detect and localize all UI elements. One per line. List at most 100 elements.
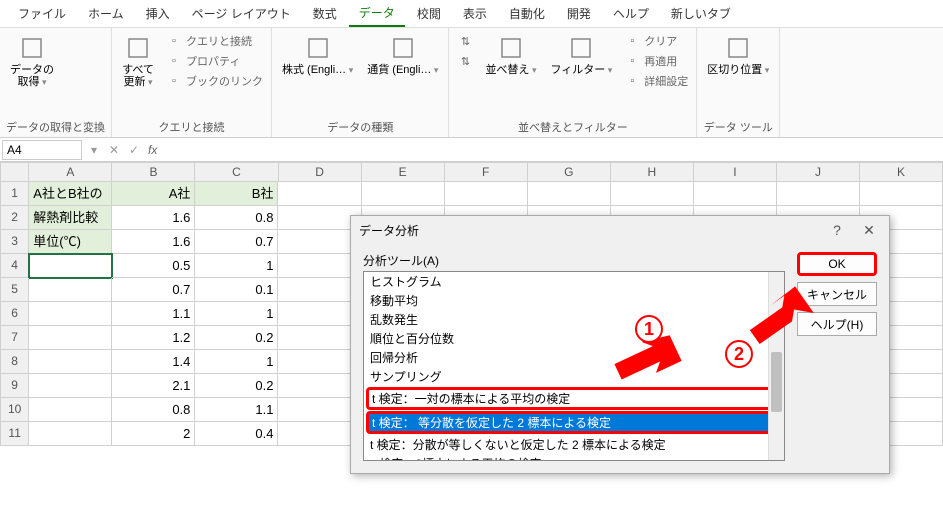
cell[interactable]	[29, 302, 112, 326]
cancel-button[interactable]: キャンセル	[797, 282, 877, 306]
cell[interactable]: 1.6	[112, 206, 195, 230]
cell[interactable]	[29, 398, 112, 422]
column-header[interactable]: G	[528, 162, 611, 182]
menu-tab-1[interactable]: ホーム	[78, 1, 134, 26]
cell[interactable]	[29, 422, 112, 446]
help-icon[interactable]: ?	[825, 222, 849, 239]
analysis-tool-item[interactable]: t 検定： 等分散を仮定した 2 標本による検定	[366, 411, 782, 434]
cell[interactable]: 解熱剤比較	[29, 206, 112, 230]
analysis-tool-item[interactable]: t 検定：分散が等しくないと仮定した 2 標本による検定	[364, 435, 784, 454]
cell[interactable]: 0.1	[195, 278, 278, 302]
cell[interactable]	[445, 182, 528, 206]
row-header[interactable]: 5	[0, 278, 29, 302]
analysis-tool-item[interactable]: 回帰分析	[364, 348, 784, 367]
cell[interactable]	[29, 254, 112, 278]
analysis-tool-item[interactable]: 移動平均	[364, 291, 784, 310]
sort-asc[interactable]: ⇅	[455, 32, 475, 50]
menu-tab-9[interactable]: 開発	[557, 1, 601, 26]
cell[interactable]: 2.1	[112, 374, 195, 398]
reapply[interactable]: ▫再適用	[622, 52, 690, 70]
close-icon[interactable]: ✕	[857, 222, 881, 239]
column-header[interactable]: C	[195, 162, 278, 182]
sort-desc[interactable]: ⇅	[455, 52, 475, 70]
advanced[interactable]: ▫詳細設定	[622, 72, 690, 90]
scrollbar-thumb[interactable]	[771, 352, 782, 412]
cell[interactable]	[860, 182, 943, 206]
cell[interactable]: 1.2	[112, 326, 195, 350]
cell[interactable]: B社	[195, 182, 278, 206]
row-header[interactable]: 1	[0, 182, 29, 206]
column-header[interactable]: H	[611, 162, 694, 182]
column-header[interactable]: I	[694, 162, 777, 182]
row-header[interactable]: 7	[0, 326, 29, 350]
analysis-tool-item[interactable]: z 検定：2標本による平均の検定	[364, 454, 784, 461]
cell[interactable]: 0.7	[195, 230, 278, 254]
cell[interactable]	[777, 182, 860, 206]
row-header[interactable]: 2	[0, 206, 29, 230]
properties[interactable]: ▫プロパティ	[164, 52, 265, 70]
row-header[interactable]: 8	[0, 350, 29, 374]
filter[interactable]: フィルター ▾	[546, 32, 616, 78]
cell[interactable]: 0.5	[112, 254, 195, 278]
cell[interactable]	[29, 374, 112, 398]
menu-tab-5[interactable]: データ	[349, 0, 405, 27]
cell[interactable]: 1.1	[112, 302, 195, 326]
menu-tab-7[interactable]: 表示	[453, 1, 497, 26]
sort[interactable]: 並べ替え ▾	[481, 32, 540, 78]
queries-connections[interactable]: ▫クエリと接続	[164, 32, 265, 50]
analysis-tool-item[interactable]: サンプリング	[364, 367, 784, 386]
row-header[interactable]: 6	[0, 302, 29, 326]
help-button[interactable]: ヘルプ(H)	[797, 312, 877, 336]
cell[interactable]	[362, 182, 445, 206]
analysis-tool-item[interactable]: 乱数発生	[364, 310, 784, 329]
ok-button[interactable]: OK	[797, 252, 877, 276]
cell[interactable]: 0.4	[195, 422, 278, 446]
select-all-corner[interactable]	[0, 162, 29, 182]
cell[interactable]: 0.7	[112, 278, 195, 302]
analysis-tools-listbox[interactable]: ヒストグラム移動平均乱数発生順位と百分位数回帰分析サンプリングt 検定：一対の標…	[363, 271, 785, 461]
fx-icon[interactable]: fx	[144, 143, 161, 157]
currency[interactable]: 通貨 (Engli… ▾	[363, 32, 442, 78]
row-header[interactable]: 10	[0, 398, 29, 422]
cell[interactable]: A社とB社の	[29, 182, 112, 206]
clear[interactable]: ▫クリア	[622, 32, 690, 50]
cell[interactable]: 1	[195, 302, 278, 326]
cell[interactable]: 0.8	[195, 206, 278, 230]
cell[interactable]: 0.8	[112, 398, 195, 422]
column-header[interactable]: F	[445, 162, 528, 182]
column-header[interactable]: E	[362, 162, 445, 182]
column-header[interactable]: D	[279, 162, 362, 182]
text-to-columns[interactable]: 区切り位置 ▾	[703, 32, 773, 78]
cell[interactable]	[278, 182, 361, 206]
menu-tab-4[interactable]: 数式	[303, 1, 347, 26]
column-header[interactable]: A	[29, 162, 112, 182]
row-header[interactable]: 11	[0, 422, 29, 446]
cell[interactable]	[694, 182, 777, 206]
row-header[interactable]: 4	[0, 254, 29, 278]
get-data[interactable]: データの取得 ▾	[6, 32, 58, 90]
menu-tab-0[interactable]: ファイル	[8, 1, 76, 26]
cell[interactable]: 2	[112, 422, 195, 446]
analysis-tool-item[interactable]: ヒストグラム	[364, 272, 784, 291]
cell[interactable]: A社	[112, 182, 195, 206]
edit-links[interactable]: ▫ブックのリンク	[164, 72, 265, 90]
cell[interactable]	[29, 278, 112, 302]
menu-tab-3[interactable]: ページ レイアウト	[182, 1, 301, 26]
menu-tab-10[interactable]: ヘルプ	[603, 1, 659, 26]
cell[interactable]: 1.1	[195, 398, 278, 422]
cell[interactable]	[29, 326, 112, 350]
listbox-scrollbar[interactable]	[768, 272, 784, 460]
analysis-tool-item[interactable]: t 検定：一対の標本による平均の検定	[366, 387, 782, 410]
menu-tab-2[interactable]: 挿入	[136, 1, 180, 26]
menu-tab-11[interactable]: 新しいタブ	[661, 1, 741, 26]
cell[interactable]	[611, 182, 694, 206]
cell[interactable]: 1.4	[112, 350, 195, 374]
menu-tab-6[interactable]: 校閲	[407, 1, 451, 26]
cell[interactable]: 1	[195, 350, 278, 374]
row-header[interactable]: 3	[0, 230, 29, 254]
cell[interactable]	[528, 182, 611, 206]
column-header[interactable]: J	[777, 162, 860, 182]
cell[interactable]: 1.6	[112, 230, 195, 254]
column-header[interactable]: K	[860, 162, 943, 182]
name-box[interactable]: A4	[2, 140, 82, 160]
